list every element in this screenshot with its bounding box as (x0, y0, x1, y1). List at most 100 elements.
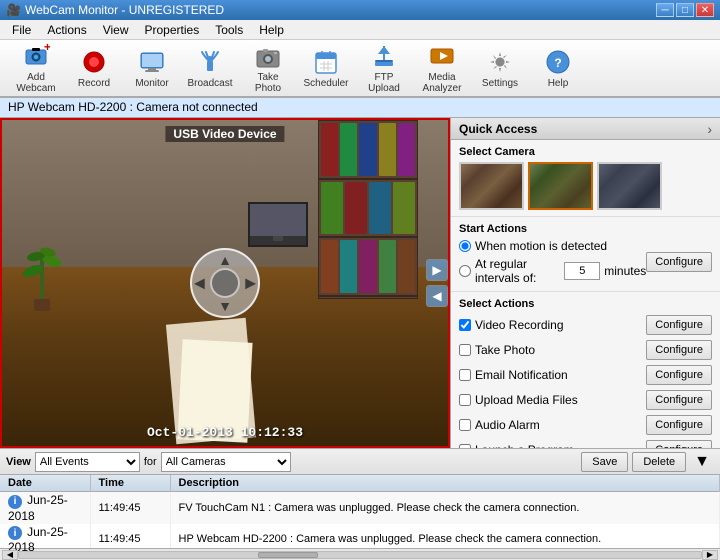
delete-button[interactable]: Delete (632, 452, 686, 472)
desk-monitor-stand (273, 236, 283, 241)
audio-alarm-checkbox[interactable] (459, 419, 471, 431)
select-actions-section: Select Actions Video Recording Configure… (451, 292, 720, 448)
scroll-left-button[interactable]: ◀ (2, 550, 18, 560)
broadcast-button[interactable]: Broadcast (182, 43, 238, 93)
save-button[interactable]: Save (581, 452, 628, 472)
motion-detection-label: When motion is detected (475, 239, 607, 253)
menu-help[interactable]: Help (251, 21, 292, 39)
start-actions-configure-button[interactable]: Configure (646, 252, 712, 272)
bookshelf-row-1 (319, 121, 417, 180)
help-button[interactable]: ? Help (530, 43, 586, 93)
close-button[interactable]: ✕ (696, 3, 714, 17)
for-label: for (144, 456, 157, 468)
nav-next-button[interactable]: ▶ (426, 259, 448, 281)
start-actions-title: Start Actions (459, 223, 712, 235)
book (393, 182, 415, 235)
email-notification-checkbox[interactable] (459, 369, 471, 381)
event-date-1: i Jun-25-2018 (0, 492, 90, 524)
upload-media-configure-button[interactable]: Configure (646, 390, 712, 410)
book (345, 182, 367, 235)
camera-thumb-1[interactable] (459, 162, 524, 210)
menu-file[interactable]: File (4, 21, 39, 39)
take-photo-checkbox[interactable] (459, 344, 471, 356)
controller-circle[interactable]: ▲ ▼ ◀ ▶ (190, 248, 260, 318)
time-column-header: Time (90, 475, 170, 492)
scheduler-button[interactable]: Scheduler (298, 43, 354, 93)
record-icon (80, 48, 108, 76)
take-photo-configure-button[interactable]: Configure (646, 340, 712, 360)
motion-detection-radio[interactable] (459, 240, 471, 252)
take-photo-icon (254, 42, 282, 70)
ftp-upload-icon (370, 42, 398, 70)
email-notification-configure-button[interactable]: Configure (646, 365, 712, 385)
scrollbar-thumb[interactable] (258, 552, 318, 558)
menu-view[interactable]: View (95, 21, 137, 39)
interval-label: At regular intervals of: (475, 257, 560, 285)
take-photo-button[interactable]: Take Photo (240, 43, 296, 93)
launch-program-configure-button[interactable]: Configure (646, 440, 712, 448)
audio-alarm-configure-button[interactable]: Configure (646, 415, 712, 435)
ptz-controller[interactable]: ▲ ▼ ◀ ▶ (190, 248, 260, 318)
interval-radio[interactable] (459, 265, 471, 277)
book (321, 240, 338, 293)
camera-filter-select[interactable]: All Cameras HP Webcam HD-2200 FV TouchCa… (161, 452, 291, 472)
book (321, 123, 338, 176)
event-log-expand-icon[interactable]: ▼ (690, 453, 714, 471)
add-webcam-icon: + (22, 42, 50, 70)
menu-bar: File Actions View Properties Tools Help (0, 20, 720, 40)
bookshelf (318, 120, 418, 299)
book (398, 123, 415, 176)
video-recording-checkbox[interactable] (459, 319, 471, 331)
audio-alarm-label: Audio Alarm (475, 418, 540, 432)
upload-media-row: Upload Media Files Configure (459, 389, 712, 411)
video-recording-row: Video Recording Configure (459, 314, 712, 336)
upload-media-checkbox[interactable] (459, 394, 471, 406)
horizontal-scrollbar[interactable]: ◀ ▶ (0, 548, 720, 560)
event-table-header: Date Time Description (0, 475, 720, 492)
book (398, 240, 415, 293)
email-notification-row: Email Notification Configure (459, 364, 712, 386)
minimize-button[interactable]: ─ (656, 3, 674, 17)
book (369, 182, 391, 235)
interval-unit-label: minutes (604, 264, 646, 278)
book (340, 123, 357, 176)
settings-button[interactable]: Settings (472, 43, 528, 93)
interval-option: At regular intervals of: minutes (459, 257, 646, 285)
book (321, 182, 343, 235)
book (359, 123, 376, 176)
video-recording-configure-button[interactable]: Configure (646, 315, 712, 335)
email-notification-label: Email Notification (475, 368, 568, 382)
launch-program-row: Launch a Program Configure (459, 439, 712, 448)
maximize-button[interactable]: □ (676, 3, 694, 17)
scrollbar-track[interactable] (18, 551, 702, 559)
take-photo-label: Take Photo (245, 72, 291, 94)
camera-thumb-3[interactable] (597, 162, 662, 210)
add-webcam-label: Add Webcam (13, 72, 59, 94)
camera-thumb-2[interactable] (528, 162, 593, 210)
event-toolbar: View All Events Motion Events Schedule E… (0, 449, 720, 475)
monitor-button[interactable]: Monitor (124, 43, 180, 93)
launch-program-checkbox[interactable] (459, 444, 471, 448)
quick-access-title: Quick Access (459, 122, 537, 136)
controller-center (210, 268, 240, 298)
quick-access-expand-icon[interactable]: › (707, 121, 712, 137)
media-analyzer-button[interactable]: Media Analyzer (414, 43, 470, 93)
ptz-down-arrow: ▼ (218, 298, 232, 314)
camera-thumbnails (459, 162, 712, 210)
ftp-upload-button[interactable]: FTP Upload (356, 43, 412, 93)
scroll-right-button[interactable]: ▶ (702, 550, 718, 560)
record-button[interactable]: Record (66, 43, 122, 93)
book (340, 240, 357, 293)
interval-value-input[interactable] (564, 262, 600, 280)
book (359, 240, 376, 293)
media-analyzer-label: Media Analyzer (419, 72, 465, 94)
add-webcam-button[interactable]: + Add Webcam (8, 43, 64, 93)
event-filter-select[interactable]: All Events Motion Events Schedule Events… (35, 452, 140, 472)
broadcast-label: Broadcast (187, 78, 232, 89)
video-recording-label: Video Recording (475, 318, 564, 332)
nav-prev-button[interactable]: ◀ (426, 285, 448, 307)
menu-properties[interactable]: Properties (137, 21, 208, 39)
view-label: View (6, 456, 31, 468)
menu-actions[interactable]: Actions (39, 21, 94, 39)
menu-tools[interactable]: Tools (207, 21, 251, 39)
